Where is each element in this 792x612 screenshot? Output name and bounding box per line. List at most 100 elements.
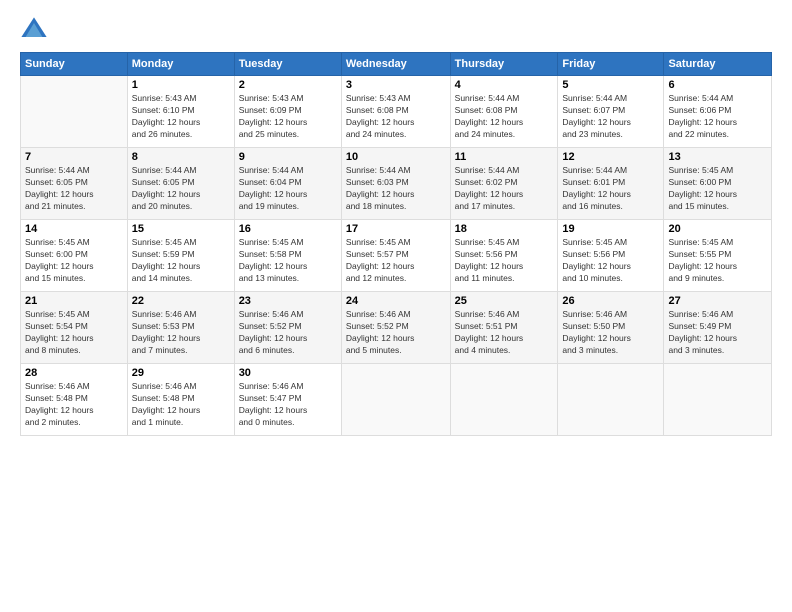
day-number: 25 [455, 295, 554, 307]
calendar-cell: 18Sunrise: 5:45 AMSunset: 5:56 PMDayligh… [450, 220, 558, 292]
day-info: Sunrise: 5:45 AMSunset: 5:54 PMDaylight:… [25, 309, 123, 357]
day-number: 28 [25, 367, 123, 379]
weekday-header-friday: Friday [558, 53, 664, 76]
calendar-cell: 28 Sunrise: 5:46 AMSunset: 5:48 PMDayligh… [21, 364, 128, 436]
day-info: Sunrise: 5:44 AMSunset: 6:03 PMDaylight:… [346, 165, 446, 213]
day-info: Sunrise: 5:44 AMSunset: 6:08 PMDaylight:… [455, 93, 554, 141]
day-info: Sunrise: 5:44 AMSunset: 6:02 PMDaylight:… [455, 165, 554, 213]
day-info: Sunrise: 5:46 AMSunset: 5:47 PMDaylight:… [239, 381, 337, 429]
calendar-cell: 24 Sunrise: 5:46 AMSunset: 5:52 PMDayligh… [341, 292, 450, 364]
day-info: Sunrise: 5:45 AMSunset: 5:57 PMDaylight:… [346, 237, 446, 285]
page: SundayMondayTuesdayWednesdayThursdayFrid… [0, 0, 792, 612]
calendar-cell [664, 364, 772, 436]
calendar-cell: 13 Sunrise: 5:45 AMSunset: 6:00 PMDayligh… [664, 148, 772, 220]
day-info: Sunrise: 5:46 AMSunset: 5:52 PMDaylight:… [346, 309, 446, 357]
calendar-cell: 30 Sunrise: 5:46 AMSunset: 5:47 PMDayligh… [234, 364, 341, 436]
day-number: 22 [132, 295, 230, 307]
day-number: 16 [239, 223, 337, 235]
calendar-week-row: 7 Sunrise: 5:44 AMSunset: 6:05 PMDaylight… [21, 148, 772, 220]
calendar-cell [341, 364, 450, 436]
calendar-cell: 16 Sunrise: 5:45 AMSunset: 5:58 PMDayligh… [234, 220, 341, 292]
calendar-cell: 4 Sunrise: 5:44 AMSunset: 6:08 PMDaylight… [450, 76, 558, 148]
weekday-header-sunday: Sunday [21, 53, 128, 76]
day-number: 18 [455, 223, 554, 235]
calendar-cell: 14 Sunrise: 5:45 AMSunset: 6:00 PMDayligh… [21, 220, 128, 292]
calendar-cell [450, 364, 558, 436]
weekday-header-monday: Monday [127, 53, 234, 76]
calendar-cell: 1 Sunrise: 5:43 AMSunset: 6:10 PMDaylight… [127, 76, 234, 148]
calendar-cell: 20 Sunrise: 5:45 AMSunset: 5:55 PMDayligh… [664, 220, 772, 292]
calendar-cell: 23Sunrise: 5:46 AMSunset: 5:52 PMDayligh… [234, 292, 341, 364]
day-number: 6 [668, 79, 767, 91]
calendar-cell: 10 Sunrise: 5:44 AMSunset: 6:03 PMDayligh… [341, 148, 450, 220]
day-info: Sunrise: 5:44 AMSunset: 6:06 PMDaylight:… [668, 93, 767, 141]
day-number: 17 [346, 223, 446, 235]
calendar-cell: 19 Sunrise: 5:45 AMSunset: 5:56 PMDayligh… [558, 220, 664, 292]
day-info: Sunrise: 5:46 AMSunset: 5:52 PMDaylight:… [239, 309, 337, 357]
header [20, 16, 772, 44]
calendar-cell: 17 Sunrise: 5:45 AMSunset: 5:57 PMDayligh… [341, 220, 450, 292]
day-info: Sunrise: 5:46 AMSunset: 5:48 PMDaylight:… [132, 381, 230, 429]
day-info: Sunrise: 5:43 AMSunset: 6:10 PMDaylight:… [132, 93, 230, 141]
day-info: Sunrise: 5:45 AMSunset: 5:58 PMDaylight:… [239, 237, 337, 285]
calendar-cell: 15Sunrise: 5:45 AMSunset: 5:59 PMDayligh… [127, 220, 234, 292]
calendar-cell: 25 Sunrise: 5:46 AMSunset: 5:51 PMDayligh… [450, 292, 558, 364]
calendar-cell: 29 Sunrise: 5:46 AMSunset: 5:48 PMDayligh… [127, 364, 234, 436]
calendar-cell: 6 Sunrise: 5:44 AMSunset: 6:06 PMDaylight… [664, 76, 772, 148]
day-info: Sunrise: 5:46 AMSunset: 5:48 PMDaylight:… [25, 381, 123, 429]
calendar-cell: 26Sunrise: 5:46 AMSunset: 5:50 PMDayligh… [558, 292, 664, 364]
day-info: Sunrise: 5:43 AMSunset: 6:08 PMDaylight:… [346, 93, 446, 141]
day-info: Sunrise: 5:45 AMSunset: 5:55 PMDaylight:… [668, 237, 767, 285]
calendar-week-row: 28 Sunrise: 5:46 AMSunset: 5:48 PMDayligh… [21, 364, 772, 436]
day-number: 26 [562, 295, 659, 307]
day-number: 9 [239, 151, 337, 163]
day-info: Sunrise: 5:44 AMSunset: 6:01 PMDaylight:… [562, 165, 659, 213]
day-number: 29 [132, 367, 230, 379]
day-info: Sunrise: 5:46 AMSunset: 5:51 PMDaylight:… [455, 309, 554, 357]
day-number: 8 [132, 151, 230, 163]
day-number: 4 [455, 79, 554, 91]
day-number: 19 [562, 223, 659, 235]
day-number: 10 [346, 151, 446, 163]
calendar-cell: 5 Sunrise: 5:44 AMSunset: 6:07 PMDaylight… [558, 76, 664, 148]
calendar-cell: 3 Sunrise: 5:43 AMSunset: 6:08 PMDaylight… [341, 76, 450, 148]
logo [20, 16, 52, 44]
day-info: Sunrise: 5:46 AMSunset: 5:53 PMDaylight:… [132, 309, 230, 357]
calendar-cell: 9 Sunrise: 5:44 AMSunset: 6:04 PMDaylight… [234, 148, 341, 220]
calendar-cell [558, 364, 664, 436]
day-number: 21 [25, 295, 123, 307]
day-number: 27 [668, 295, 767, 307]
day-number: 2 [239, 79, 337, 91]
calendar-cell: 2 Sunrise: 5:43 AMSunset: 6:09 PMDaylight… [234, 76, 341, 148]
day-number: 13 [668, 151, 767, 163]
day-info: Sunrise: 5:45 AMSunset: 5:56 PMDaylight:… [562, 237, 659, 285]
day-info: Sunrise: 5:43 AMSunset: 6:09 PMDaylight:… [239, 93, 337, 141]
weekday-header-saturday: Saturday [664, 53, 772, 76]
calendar-week-row: 1 Sunrise: 5:43 AMSunset: 6:10 PMDaylight… [21, 76, 772, 148]
day-info: Sunrise: 5:45 AMSunset: 6:00 PMDaylight:… [25, 237, 123, 285]
weekday-header-row: SundayMondayTuesdayWednesdayThursdayFrid… [21, 53, 772, 76]
day-number: 11 [455, 151, 554, 163]
day-info: Sunrise: 5:46 AMSunset: 5:49 PMDaylight:… [668, 309, 767, 357]
day-number: 14 [25, 223, 123, 235]
day-number: 3 [346, 79, 446, 91]
day-number: 24 [346, 295, 446, 307]
day-number: 5 [562, 79, 659, 91]
day-number: 20 [668, 223, 767, 235]
day-number: 30 [239, 367, 337, 379]
day-number: 1 [132, 79, 230, 91]
calendar-week-row: 14 Sunrise: 5:45 AMSunset: 6:00 PMDayligh… [21, 220, 772, 292]
weekday-header-thursday: Thursday [450, 53, 558, 76]
day-info: Sunrise: 5:44 AMSunset: 6:07 PMDaylight:… [562, 93, 659, 141]
day-number: 7 [25, 151, 123, 163]
calendar-cell: 21 Sunrise: 5:45 AMSunset: 5:54 PMDayligh… [21, 292, 128, 364]
day-info: Sunrise: 5:44 AMSunset: 6:05 PMDaylight:… [25, 165, 123, 213]
day-info: Sunrise: 5:45 AMSunset: 6:00 PMDaylight:… [668, 165, 767, 213]
day-number: 15 [132, 223, 230, 235]
weekday-header-tuesday: Tuesday [234, 53, 341, 76]
calendar-cell: 22 Sunrise: 5:46 AMSunset: 5:53 PMDayligh… [127, 292, 234, 364]
calendar-cell: 12Sunrise: 5:44 AMSunset: 6:01 PMDayligh… [558, 148, 664, 220]
calendar-table: SundayMondayTuesdayWednesdayThursdayFrid… [20, 52, 772, 436]
day-info: Sunrise: 5:44 AMSunset: 6:04 PMDaylight:… [239, 165, 337, 213]
calendar-cell: 7 Sunrise: 5:44 AMSunset: 6:05 PMDaylight… [21, 148, 128, 220]
